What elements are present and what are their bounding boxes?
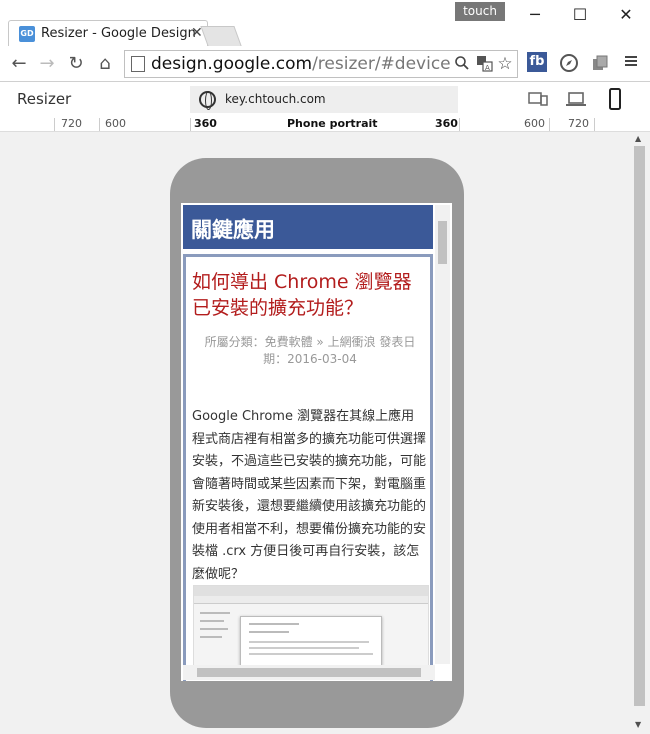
inner-horizontal-thumb[interactable] — [197, 668, 421, 677]
new-tab-button[interactable] — [200, 26, 242, 46]
ruler-device-label: Phone portrait — [287, 117, 378, 130]
copy-extension-icon[interactable] — [589, 53, 611, 75]
forward-icon[interactable]: → — [36, 53, 58, 75]
tab-title: Resizer - Google Design — [41, 26, 196, 41]
resizer-url-field[interactable]: key.chtouch.com — [190, 86, 458, 113]
preview-stage: 關鍵應用 如何導出 Chrome 瀏覽器已安裝的擴充功能？ 所屬分類：免費軟體 … — [0, 132, 650, 734]
browser-tab[interactable]: GD Resizer - Google Design ✕ — [8, 20, 208, 46]
article-body: Google Chrome 瀏覽器在其線上應用程式商店裡有相當多的擴充功能可供選… — [192, 409, 427, 582]
translate-icon[interactable]: A — [475, 55, 493, 73]
width-ruler: 720 600 360 Phone portrait 360 600 720 — [0, 117, 650, 132]
inner-vertical-scrollbar[interactable] — [435, 205, 450, 664]
ruler-left-600: 600 — [105, 117, 126, 130]
inner-vertical-thumb[interactable] — [438, 221, 447, 264]
address-url[interactable]: design.google.com/resizer/#device=har — [151, 54, 451, 74]
inner-horizontal-scrollbar[interactable] — [183, 665, 435, 680]
address-bar[interactable]: design.google.com/resizer/#device=har A … — [124, 50, 518, 78]
ruler-left-360: 360 — [194, 117, 217, 130]
maximize-button[interactable]: ☐ — [565, 4, 595, 26]
menu-icon[interactable] — [620, 53, 642, 75]
phone-frame: 關鍵應用 如何導出 Chrome 瀏覽器已安裝的擴充功能？ 所屬分類：免費軟體 … — [170, 158, 464, 728]
tablet-device-icon[interactable] — [527, 90, 549, 112]
ruler-right-600: 600 — [524, 117, 545, 130]
article-title[interactable]: 如何導出 Chrome 瀏覽器已安裝的擴充功能？ — [192, 269, 424, 321]
ruler-right-720: 720 — [568, 117, 589, 130]
favicon-icon: GD — [19, 26, 35, 42]
resizer-url-text: key.chtouch.com — [225, 92, 326, 106]
page-scroll-thumb[interactable] — [634, 146, 645, 706]
svg-text:A: A — [485, 64, 490, 72]
bookmark-star-icon[interactable]: ☆ — [496, 55, 514, 73]
site-header[interactable]: 關鍵應用 — [183, 205, 433, 249]
browser-toolbar: ← → ↻ ⌂ design.google.com/resizer/#devic… — [0, 46, 650, 82]
touch-badge: touch — [455, 2, 505, 21]
ruler-right-360: 360 — [435, 117, 458, 130]
facebook-extension-icon[interactable]: fb — [527, 52, 547, 72]
phone-screen: 關鍵應用 如何導出 Chrome 瀏覽器已安裝的擴充功能？ 所屬分類：免費軟體 … — [181, 203, 452, 681]
page-icon — [131, 56, 145, 72]
minimize-button[interactable]: ─ — [520, 4, 550, 26]
article-meta: 所屬分類：免費軟體 » 上網衝浪 發表日期：2016-03-04 — [204, 335, 416, 366]
back-icon[interactable]: ← — [8, 53, 30, 75]
home-icon[interactable]: ⌂ — [94, 53, 116, 75]
scroll-down-icon[interactable]: ▼ — [635, 720, 641, 729]
laptop-device-icon[interactable] — [565, 90, 587, 112]
article-card: 如何導出 Chrome 瀏覽器已安裝的擴充功能？ 所屬分類：免費軟體 » 上網衝… — [183, 254, 433, 681]
phone-device-icon[interactable] — [607, 88, 623, 114]
reload-icon[interactable]: ↻ — [65, 53, 87, 75]
page-scrollbar[interactable]: ▲ ▼ — [631, 132, 648, 734]
ruler-left-720: 720 — [61, 117, 82, 130]
globe-icon — [199, 91, 216, 110]
window-titlebar: GD Resizer - Google Design ✕ touch ─ ☐ ✕ — [0, 0, 650, 46]
zoom-icon[interactable] — [453, 55, 471, 73]
resizer-title: Resizer — [17, 90, 72, 108]
resizer-header: Resizer key.chtouch.com — [0, 82, 650, 118]
scroll-up-icon[interactable]: ▲ — [635, 134, 641, 143]
close-window-button[interactable]: ✕ — [611, 4, 641, 26]
compass-extension-icon[interactable] — [558, 53, 580, 75]
article-screenshot-image — [193, 585, 429, 670]
